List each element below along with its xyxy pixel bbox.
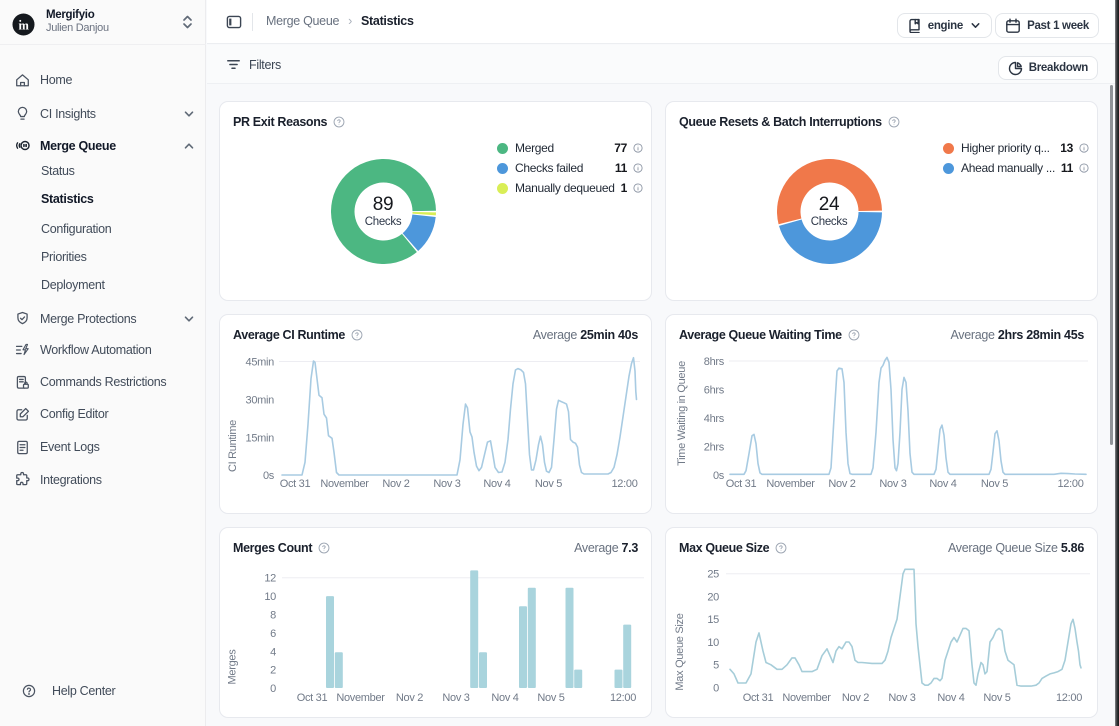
svg-text:12:00: 12:00 bbox=[610, 692, 636, 704]
svg-text:Nov 2: Nov 2 bbox=[828, 478, 855, 490]
svg-text:15min: 15min bbox=[246, 433, 275, 445]
svg-text:Nov 5: Nov 5 bbox=[981, 478, 1008, 490]
svg-text:Nov 2: Nov 2 bbox=[396, 692, 423, 704]
svg-text:Time Waiting in Queue: Time Waiting in Queue bbox=[676, 361, 688, 466]
svg-text:10: 10 bbox=[707, 637, 719, 649]
svg-text:CI Runtime: CI Runtime bbox=[227, 420, 239, 472]
svg-text:Nov 3: Nov 3 bbox=[433, 478, 460, 490]
svg-text:45min: 45min bbox=[246, 357, 275, 369]
svg-text:0s: 0s bbox=[263, 470, 275, 482]
svg-text:10: 10 bbox=[264, 591, 276, 603]
svg-text:12: 12 bbox=[264, 573, 276, 585]
svg-text:November: November bbox=[336, 692, 385, 704]
svg-text:Nov 4: Nov 4 bbox=[491, 692, 518, 704]
svg-text:Nov 2: Nov 2 bbox=[842, 692, 869, 704]
svg-text:6: 6 bbox=[270, 628, 276, 640]
svg-text:0: 0 bbox=[270, 683, 276, 695]
svg-text:6hrs: 6hrs bbox=[704, 385, 725, 397]
svg-text:Nov 4: Nov 4 bbox=[929, 478, 956, 490]
svg-text:Nov 3: Nov 3 bbox=[442, 692, 469, 704]
svg-text:Nov 4: Nov 4 bbox=[937, 692, 964, 704]
svg-text:Max Queue Size: Max Queue Size bbox=[674, 613, 686, 690]
svg-text:12:00: 12:00 bbox=[611, 478, 637, 490]
svg-text:Nov 2: Nov 2 bbox=[382, 478, 409, 490]
svg-text:8: 8 bbox=[270, 610, 276, 622]
svg-text:November: November bbox=[782, 692, 831, 704]
svg-text:2hrs: 2hrs bbox=[704, 442, 725, 454]
svg-text:Nov 5: Nov 5 bbox=[537, 692, 564, 704]
svg-text:Nov 5: Nov 5 bbox=[535, 478, 562, 490]
svg-text:Oct 31: Oct 31 bbox=[297, 692, 328, 704]
svg-text:0: 0 bbox=[713, 683, 719, 695]
svg-text:0s: 0s bbox=[713, 470, 725, 482]
svg-text:Oct 31: Oct 31 bbox=[743, 692, 774, 704]
svg-text:5: 5 bbox=[713, 660, 719, 672]
svg-text:30min: 30min bbox=[246, 395, 275, 407]
svg-text:Nov 3: Nov 3 bbox=[888, 692, 915, 704]
svg-text:Oct 31: Oct 31 bbox=[726, 478, 757, 490]
svg-text:Merges: Merges bbox=[227, 649, 239, 685]
svg-text:Nov 5: Nov 5 bbox=[983, 692, 1010, 704]
svg-text:20: 20 bbox=[707, 592, 719, 604]
svg-text:8hrs: 8hrs bbox=[704, 356, 725, 368]
svg-text:25: 25 bbox=[707, 569, 719, 581]
svg-text:November: November bbox=[320, 478, 369, 490]
svg-text:15: 15 bbox=[707, 614, 719, 626]
svg-text:4: 4 bbox=[270, 646, 276, 658]
svg-text:November: November bbox=[766, 478, 815, 490]
svg-text:Oct 31: Oct 31 bbox=[280, 478, 311, 490]
svg-text:12:00: 12:00 bbox=[1056, 692, 1082, 704]
svg-text:2: 2 bbox=[270, 665, 276, 677]
svg-text:12:00: 12:00 bbox=[1057, 478, 1083, 490]
svg-text:Nov 4: Nov 4 bbox=[483, 478, 510, 490]
svg-text:4hrs: 4hrs bbox=[704, 413, 725, 425]
svg-text:Nov 3: Nov 3 bbox=[879, 478, 906, 490]
